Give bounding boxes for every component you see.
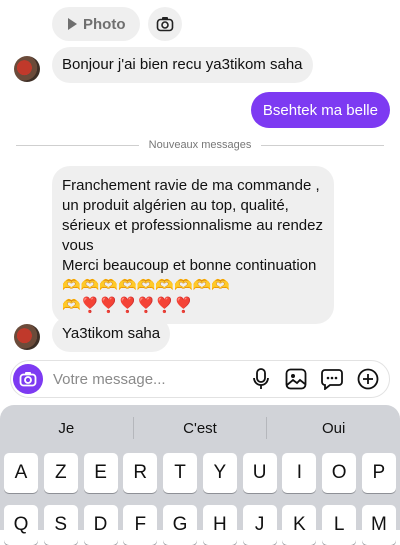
message-text: Bonjour j'ai bien recu ya3tikom saha bbox=[62, 56, 303, 73]
keyboard: Je C'est Oui A Z E R T Y U I O P Q S D F… bbox=[0, 405, 400, 545]
key[interactable]: Y bbox=[202, 453, 237, 493]
chat-thread: Photo Bonjour j'ai bien recu ya3tikom sa… bbox=[0, 0, 400, 358]
sent-message-bubble[interactable]: Bsehtek ma belle bbox=[250, 92, 390, 128]
message-line: un produit algérien au top, qualité, bbox=[62, 197, 289, 214]
key[interactable]: Z bbox=[43, 453, 78, 493]
message-bubble[interactable]: Bonjour j'ai bien recu ya3tikom saha bbox=[52, 47, 313, 83]
keyboard-row: Q S D F G H J K L M bbox=[4, 505, 396, 545]
message-line: vous bbox=[62, 237, 94, 254]
key[interactable]: T bbox=[163, 453, 198, 493]
camera-reply-button[interactable] bbox=[147, 7, 182, 41]
key[interactable]: H bbox=[202, 505, 237, 545]
key[interactable]: O bbox=[322, 453, 357, 493]
camera-button[interactable] bbox=[13, 364, 43, 394]
sticker-icon[interactable] bbox=[321, 368, 343, 390]
key[interactable]: R bbox=[123, 453, 158, 493]
key[interactable]: L bbox=[322, 505, 357, 545]
key[interactable]: G bbox=[163, 505, 198, 545]
message-line: Franchement ravie de ma commande , bbox=[62, 177, 320, 194]
message-composer bbox=[10, 360, 390, 398]
message-bubble[interactable]: Ya3tikom saha bbox=[52, 316, 171, 352]
camera-icon bbox=[156, 17, 173, 32]
key[interactable]: U bbox=[242, 453, 277, 493]
key[interactable]: S bbox=[43, 505, 78, 545]
divider-line bbox=[261, 144, 385, 146]
suggestion-bar: Je C'est Oui bbox=[0, 413, 400, 443]
message-line: sérieux et professionnalisme au rendez bbox=[62, 217, 323, 234]
message-line: Merci beaucoup et bonne continuation bbox=[62, 257, 317, 274]
microphone-icon[interactable] bbox=[251, 368, 271, 390]
keyboard-row: A Z E R T Y U I O P bbox=[4, 453, 396, 493]
suggestion[interactable]: C'est bbox=[134, 420, 267, 437]
emoji-row: 🫶🫶🫶🫶🫶🫶🫶🫶🫶 bbox=[62, 277, 231, 294]
camera-icon bbox=[19, 372, 37, 387]
composer-tools bbox=[251, 368, 379, 390]
avatar[interactable] bbox=[14, 56, 40, 82]
message-text: Ya3tikom saha bbox=[62, 325, 161, 342]
message-input[interactable] bbox=[51, 369, 235, 389]
suggestion[interactable]: Oui bbox=[267, 420, 400, 437]
plus-icon[interactable] bbox=[357, 368, 379, 390]
key[interactable]: K bbox=[282, 505, 317, 545]
play-icon bbox=[68, 18, 77, 30]
divider-line bbox=[16, 144, 139, 146]
key[interactable]: E bbox=[83, 453, 118, 493]
avatar[interactable] bbox=[14, 324, 40, 350]
key[interactable]: J bbox=[242, 505, 277, 545]
gallery-icon[interactable] bbox=[285, 368, 307, 390]
key[interactable]: A bbox=[4, 453, 38, 493]
new-messages-divider: Nouveaux messages bbox=[16, 137, 385, 153]
key[interactable]: M bbox=[361, 505, 396, 545]
photo-button[interactable]: Photo bbox=[52, 7, 140, 41]
key[interactable]: Q bbox=[4, 505, 38, 545]
key[interactable]: P bbox=[361, 453, 396, 493]
emoji-row: 🫶❣️❣️❣️❣️❣️❣️ bbox=[62, 297, 193, 314]
key[interactable]: D bbox=[83, 505, 118, 545]
photo-label: Photo bbox=[83, 15, 126, 33]
divider-label: Nouveaux messages bbox=[148, 139, 252, 151]
photo-attachment-row: Photo bbox=[52, 7, 182, 41]
sent-message-text: Bsehtek ma belle bbox=[262, 101, 378, 119]
key[interactable]: I bbox=[282, 453, 317, 493]
suggestion[interactable]: Je bbox=[0, 420, 133, 437]
review-message-bubble[interactable]: Franchement ravie de ma commande , un pr… bbox=[52, 166, 334, 324]
key[interactable]: F bbox=[123, 505, 158, 545]
